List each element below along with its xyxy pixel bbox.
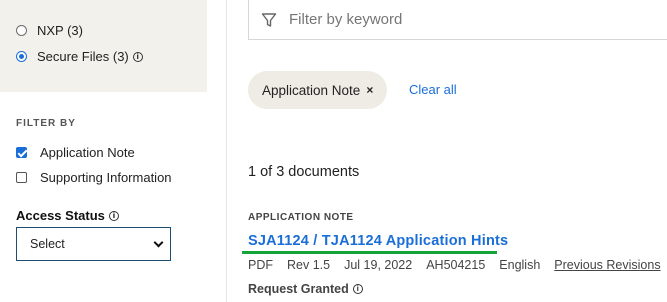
active-filter-chip[interactable]: Application Note × — [248, 71, 388, 109]
supporting-information-checkbox[interactable] — [16, 172, 27, 183]
source-option-label: NXP (3) — [37, 23, 83, 38]
secure-files-radio[interactable] — [16, 51, 27, 62]
source-option-secure-files[interactable]: Secure Files (3) i — [16, 49, 143, 64]
document-id: AH504215 — [426, 258, 486, 272]
access-status-text: Access Status — [16, 208, 105, 223]
document-date: Jul 19, 2022 — [344, 258, 413, 272]
filter-funnel-icon — [261, 12, 277, 27]
result-count: 1 of 3 documents — [248, 164, 360, 180]
access-status-line: Request Granted i — [248, 282, 363, 296]
document-language: English — [499, 258, 541, 272]
document-revision: Rev 1.5 — [287, 258, 331, 272]
request-granted-text: Request Granted — [248, 282, 349, 296]
info-icon[interactable]: i — [132, 51, 143, 62]
search-placeholder: Filter by keyword — [289, 11, 403, 28]
document-meta: PDF Rev 1.5 Jul 19, 2022 AH504215 Englis… — [248, 258, 667, 272]
chip-label: Application Note — [262, 82, 361, 98]
source-option-label: Secure Files (3) — [37, 49, 129, 64]
source-option-nxp[interactable]: NXP (3) — [16, 23, 83, 38]
previous-revisions-link[interactable]: Previous Revisions — [554, 258, 660, 272]
document-title-link[interactable]: SJA1124 / TJA1124 Application Hints — [248, 233, 508, 249]
keyword-filter-input[interactable]: Filter by keyword — [248, 0, 667, 40]
title-highlight-underline — [242, 251, 497, 254]
clear-all-link[interactable]: Clear all — [409, 82, 457, 97]
info-icon[interactable]: i — [352, 284, 363, 294]
access-status-value: Select — [30, 237, 65, 251]
close-icon[interactable]: × — [366, 83, 373, 97]
nxp-radio[interactable] — [16, 25, 27, 36]
chevron-down-icon — [153, 237, 164, 247]
filter-by-heading: FILTER BY — [16, 118, 76, 129]
doc-type-application-note[interactable]: Application Note — [16, 145, 135, 160]
doc-type-label: Supporting Information — [40, 170, 172, 185]
results-panel: Filter by keyword Application Note × Cle… — [227, 0, 667, 302]
document-type-label: APPLICATION NOTE — [248, 212, 354, 223]
filter-sidebar: NXP (3) Secure Files (3) i FILTER BY App… — [0, 0, 207, 302]
access-status-select[interactable]: Select — [16, 227, 171, 261]
access-status-label: Access Status i — [16, 208, 119, 223]
document-format: PDF — [248, 258, 273, 272]
doc-type-supporting-information[interactable]: Supporting Information — [16, 170, 172, 185]
doc-type-label: Application Note — [40, 145, 135, 160]
info-icon[interactable]: i — [108, 210, 119, 221]
application-note-checkbox[interactable] — [16, 147, 27, 158]
source-filter-panel: NXP (3) Secure Files (3) i — [0, 0, 207, 92]
